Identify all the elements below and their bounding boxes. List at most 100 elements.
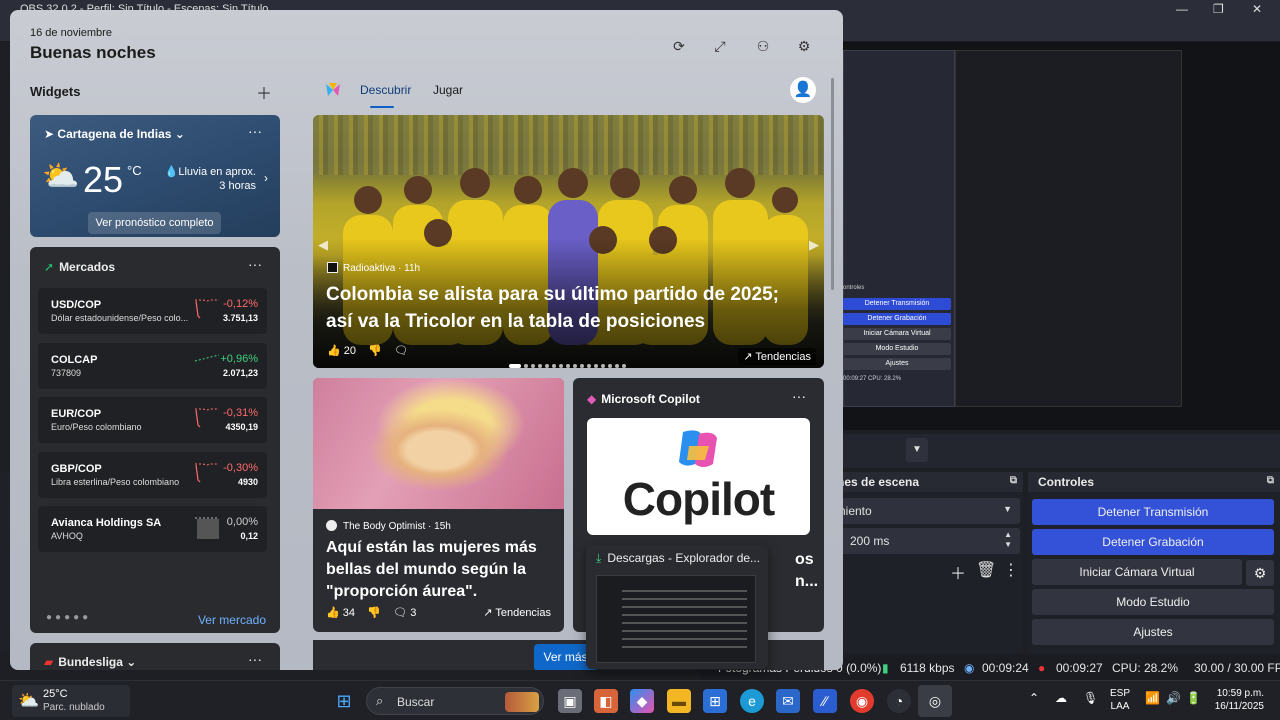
market-row[interactable]: COLCAP 737809 +0,96% 2.071,23: [38, 342, 267, 389]
dislike-icon[interactable]: 👎: [367, 607, 381, 619]
copilot-app-icon[interactable]: ◆: [630, 689, 654, 713]
windows-start-icon[interactable]: ⊞: [332, 689, 356, 713]
add-icon[interactable]: ＋: [950, 560, 966, 584]
market-row[interactable]: Avianca Holdings SA AVHOQ 0,00% 0,12: [38, 506, 267, 552]
market-row[interactable]: EUR/COP Euro/Peso colombiano -0,31% 4350,19: [38, 397, 267, 443]
more-icon[interactable]: ···: [248, 123, 262, 139]
gear-icon[interactable]: ⚙: [1246, 560, 1274, 586]
weather-card[interactable]: ➤ Cartagena de Indias ⌄ ··· ⛅ 25 °C 💧Llu…: [30, 115, 280, 237]
date-label: 16 de noviembre: [30, 27, 112, 39]
settings-button[interactable]: Ajustes: [1032, 619, 1274, 645]
hero-title[interactable]: Colombia se alista para su último partid…: [326, 281, 806, 335]
edge-icon[interactable]: e: [740, 689, 764, 713]
obs-left-panel: [0, 472, 10, 652]
stop-stream-button[interactable]: Detener Transmisión: [1032, 499, 1274, 525]
chevron-right-icon[interactable]: ▶: [809, 237, 819, 253]
lang-line1: ESP: [1110, 688, 1131, 699]
market-symbol: COLCAP: [51, 353, 98, 366]
tab-descubrir[interactable]: Descubrir: [360, 83, 411, 97]
feed-scrollbar[interactable]: [831, 78, 834, 290]
minimize-button[interactable]: —: [1176, 2, 1188, 16]
market-change: -0,31%: [223, 407, 258, 419]
battery-icon[interactable]: 🔋: [1186, 691, 1201, 705]
market-name: AVHOQ: [51, 531, 83, 541]
story-title[interactable]: Aquí están las mujeres más bellas del mu…: [326, 537, 551, 603]
rain-forecast[interactable]: 💧Lluvia en aprox. 3 horas: [165, 165, 256, 193]
market-sparkline: [194, 354, 220, 361]
undock-icon[interactable]: ⧉: [1267, 475, 1274, 486]
taskbar: ⛅ 25°C Parc. nublado ⊞ ⌕ Buscar ▣ ◧ ◆ ▬ …: [0, 680, 1280, 720]
chrome-icon[interactable]: ◉: [850, 689, 874, 713]
bundesliga-logo-icon: ▰: [44, 655, 54, 669]
taskbar-search[interactable]: ⌕ Buscar: [366, 687, 544, 715]
avatar[interactable]: 👤: [790, 77, 816, 103]
market-sparkline: [195, 408, 219, 428]
task-view-icon[interactable]: ▣: [558, 689, 582, 713]
hero-age: 11h: [404, 263, 421, 274]
wifi-icon[interactable]: 📶: [1145, 691, 1160, 705]
chevron-left-icon[interactable]: ◀: [318, 237, 328, 253]
volume-icon[interactable]: 🔊: [1166, 691, 1181, 705]
market-row[interactable]: GBP/COP Libra esterlina/Peso colombiano -0…: [38, 451, 267, 498]
maximize-button[interactable]: ❐: [1213, 2, 1224, 16]
input-language[interactable]: ESP LAA: [1110, 687, 1130, 713]
trash-icon[interactable]: 🗑: [976, 560, 996, 580]
more-icon[interactable]: ···: [248, 651, 262, 667]
active-tab-indicator: [370, 106, 394, 108]
tab-jugar[interactable]: Jugar: [433, 83, 463, 97]
mini-virtual-cam: Iniciar Cámara Virtual: [843, 328, 951, 340]
bundesliga-header[interactable]: ▰ Bundesliga ⌄: [44, 655, 136, 669]
microphone-icon[interactable]: 🎙: [1083, 691, 1098, 705]
hero-story[interactable]: ◀ ▶ Radioaktiva · 11h Colombia se alista…: [313, 115, 824, 368]
taskbar-weather[interactable]: ⛅ 25°C Parc. nublado: [12, 685, 130, 717]
market-row[interactable]: USD/COP Dólar estadounidense/Peso colo...…: [38, 288, 267, 334]
window-thumbnail[interactable]: ⤓ Descargas - Explorador de...: [586, 545, 768, 669]
obs-icon[interactable]: ◎: [923, 689, 947, 713]
add-widget-icon[interactable]: ＋: [256, 80, 272, 104]
people-icon[interactable]: ⚇: [754, 37, 772, 55]
stop-recording-button[interactable]: Detener Grabación: [1032, 529, 1274, 555]
outlook-icon[interactable]: ✉: [776, 689, 800, 713]
weather-location[interactable]: ➤ Cartagena de Indias ⌄: [44, 127, 185, 141]
close-button[interactable]: ✕: [1252, 2, 1262, 16]
forecast-link[interactable]: Ver pronóstico completo: [88, 212, 221, 234]
more-icon[interactable]: ···: [248, 256, 262, 272]
market-value: 0,12: [240, 531, 258, 541]
chevron-right-icon[interactable]: ›: [264, 171, 268, 185]
transition-select[interactable]: imiento ▼: [823, 498, 1020, 524]
like-icon[interactable]: 👍: [326, 607, 340, 619]
cloud-icon[interactable]: ☁: [1055, 691, 1067, 705]
more-vertical-icon[interactable]: ⋮: [1003, 560, 1019, 580]
comment-icon[interactable]: 🗨: [393, 607, 407, 619]
virtual-camera-button[interactable]: Iniciar Cámara Virtual: [1032, 559, 1242, 585]
chevron-down-icon[interactable]: ▼: [906, 438, 928, 462]
duration-field[interactable]: 200 ms ▲ ▼: [823, 528, 1020, 554]
markets-link[interactable]: Ver mercado: [198, 613, 266, 627]
studio-mode-button[interactable]: Modo Estudio: [1032, 589, 1274, 615]
file-explorer-icon[interactable]: ▬: [667, 689, 691, 713]
pagination-dots[interactable]: ●●●●●: [46, 612, 91, 623]
microsoft-store-icon[interactable]: ⊞: [703, 689, 727, 713]
mini-stop-rec: Detener Grabación: [843, 313, 951, 325]
raindrop-icon: 💧: [164, 166, 179, 178]
store-bag-icon[interactable]: ◧: [594, 689, 618, 713]
comment-icon[interactable]: 🗨: [394, 345, 408, 357]
story-card[interactable]: The Body Optimist · 15h Aquí están las m…: [313, 378, 564, 632]
stepper-icon[interactable]: ▲ ▼: [1004, 530, 1012, 550]
dislike-icon[interactable]: 👎: [368, 345, 382, 357]
like-icon[interactable]: 👍: [327, 345, 341, 357]
gear-icon[interactable]: ⚙: [795, 37, 813, 55]
more-icon[interactable]: ···: [792, 388, 806, 404]
market-change: 0,00%: [226, 516, 258, 528]
expand-icon[interactable]: ⤢: [711, 37, 729, 55]
mini-controls-title: ontroles: [843, 285, 865, 291]
hero-pagination[interactable]: [509, 357, 629, 368]
taskbar-clock[interactable]: 10:59 p.m. 16/11/2025: [1208, 687, 1264, 713]
undock-icon[interactable]: ⧉: [1010, 475, 1017, 486]
refresh-icon[interactable]: ⟳: [670, 37, 688, 55]
story-actions: 👍 34 👎 🗨 3: [326, 606, 416, 619]
app-icon[interactable]: ∕∕: [813, 689, 837, 713]
recorder-icon[interactable]: ◔: [887, 689, 911, 713]
chevron-up-icon[interactable]: ⌃: [1029, 691, 1039, 705]
market-name: Libra esterlina/Peso colombiano: [51, 476, 180, 487]
